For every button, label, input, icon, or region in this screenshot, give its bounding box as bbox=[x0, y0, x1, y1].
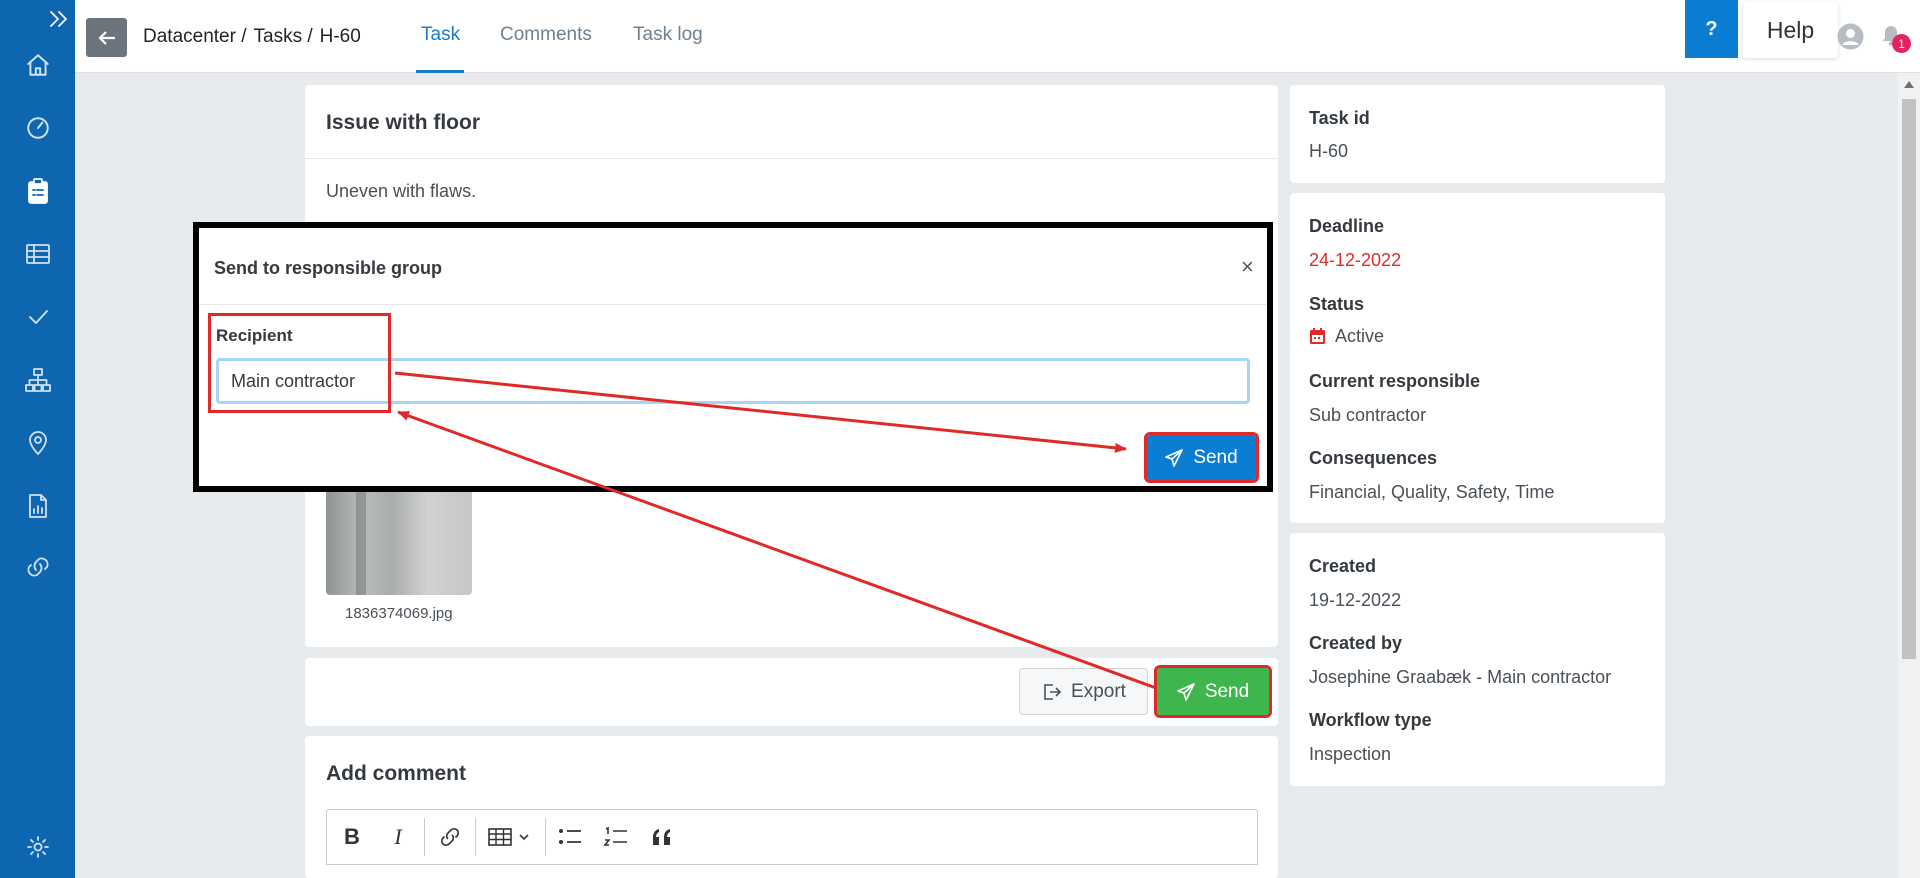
dialog-title: Send to responsible group bbox=[214, 258, 443, 278]
divider bbox=[199, 304, 1267, 305]
tab-task[interactable]: Task bbox=[421, 24, 460, 46]
toolbar-divider bbox=[545, 818, 546, 856]
toolbar-divider bbox=[424, 818, 425, 856]
back-button[interactable] bbox=[86, 18, 127, 57]
breadcrumb-current: H-60 bbox=[319, 26, 361, 47]
attachment-thumbnail[interactable] bbox=[326, 485, 472, 595]
sidebar bbox=[0, 0, 75, 878]
notification-badge: 1 bbox=[1892, 34, 1911, 53]
breadcrumb-datacenter[interactable]: Datacenter / bbox=[143, 26, 247, 48]
home-icon[interactable] bbox=[24, 51, 52, 79]
attachment-filename[interactable]: 1836374069.jpg bbox=[345, 605, 453, 622]
divider bbox=[305, 158, 1278, 159]
bold-button[interactable]: B bbox=[337, 822, 367, 852]
help-button[interactable]: Help bbox=[1743, 2, 1838, 58]
table-dropdown-icon bbox=[488, 828, 529, 846]
task-id-card: Task id H-60 bbox=[1290, 85, 1665, 183]
add-comment-title: Add comment bbox=[326, 762, 467, 785]
dialog-send-label: Send bbox=[1193, 446, 1238, 468]
consequences-label: Consequences bbox=[1309, 448, 1438, 468]
consequences-value: Financial, Quality, Safety, Time bbox=[1309, 482, 1555, 502]
numbered-list-icon bbox=[603, 826, 627, 846]
created-label: Created bbox=[1309, 556, 1377, 576]
expand-sidebar-icon[interactable] bbox=[48, 8, 70, 30]
link-icon bbox=[440, 827, 460, 847]
tasks-icon[interactable] bbox=[24, 177, 52, 205]
send-button[interactable]: Send bbox=[1154, 665, 1272, 718]
status-label: Status bbox=[1309, 294, 1365, 314]
task-title: Issue with floor bbox=[326, 111, 481, 134]
user-avatar-icon[interactable] bbox=[1837, 23, 1864, 50]
location-icon[interactable] bbox=[24, 429, 52, 457]
created-by-label: Created by bbox=[1309, 633, 1403, 653]
tab-comments[interactable]: Comments bbox=[500, 24, 592, 46]
status-value: Active bbox=[1335, 326, 1385, 346]
numbered-list-button[interactable] bbox=[601, 822, 631, 852]
add-comment-card: Add comment B I bbox=[305, 736, 1278, 878]
task-id-value: H-60 bbox=[1309, 141, 1349, 161]
task-actions-card: Export Send bbox=[305, 658, 1278, 726]
paper-plane-icon bbox=[1165, 448, 1184, 467]
top-bar: Datacenter / Tasks / H-60 Task Comments … bbox=[75, 0, 1920, 73]
created-value: 19-12-2022 bbox=[1309, 590, 1402, 610]
tab-task-log[interactable]: Task log bbox=[633, 24, 703, 46]
calendar-icon bbox=[1310, 328, 1325, 344]
deadline-label: Deadline bbox=[1309, 216, 1385, 236]
task-id-label: Task id bbox=[1309, 108, 1370, 128]
arrow-left-icon bbox=[97, 30, 115, 45]
check-icon[interactable] bbox=[24, 303, 52, 331]
recipient-highlight-box bbox=[208, 313, 391, 413]
paper-plane-icon bbox=[1177, 682, 1195, 701]
table-button[interactable] bbox=[485, 822, 537, 852]
link-icon[interactable] bbox=[24, 553, 52, 581]
current-responsible-value: Sub contractor bbox=[1309, 405, 1427, 425]
quote-icon bbox=[653, 829, 670, 845]
workflow-type-label: Workflow type bbox=[1309, 710, 1432, 730]
created-by-value: Josephine Graabæk - Main contractor bbox=[1309, 667, 1612, 687]
org-chart-icon[interactable] bbox=[24, 366, 52, 394]
report-icon[interactable] bbox=[24, 492, 52, 520]
export-label: Export bbox=[1071, 680, 1126, 702]
link-button[interactable] bbox=[435, 822, 465, 852]
bulleted-list-button[interactable] bbox=[555, 822, 585, 852]
send-label: Send bbox=[1204, 680, 1250, 702]
scrollbar-thumb[interactable] bbox=[1902, 99, 1916, 659]
editor-body[interactable] bbox=[326, 864, 1258, 865]
task-meta-card: Created 19-12-2022 Created by Josephine … bbox=[1290, 533, 1665, 786]
dashboard-icon[interactable] bbox=[24, 114, 52, 142]
scroll-up-arrow-icon[interactable] bbox=[1904, 81, 1914, 88]
quote-button[interactable] bbox=[647, 822, 677, 852]
help-question-button[interactable]: ? bbox=[1685, 0, 1738, 58]
current-responsible-label: Current responsible bbox=[1309, 371, 1481, 391]
editor-toolbar: B I bbox=[326, 809, 1258, 865]
deadline-value: 24-12-2022 bbox=[1309, 250, 1402, 270]
page-scrollbar[interactable] bbox=[1898, 73, 1920, 878]
export-button[interactable]: Export bbox=[1019, 668, 1148, 715]
bulleted-list-icon bbox=[559, 829, 581, 844]
table-icon[interactable] bbox=[24, 240, 52, 268]
workflow-type-value: Inspection bbox=[1309, 744, 1392, 764]
breadcrumb: Datacenter / Tasks / H-60 bbox=[143, 26, 361, 48]
dialog-send-button[interactable]: Send bbox=[1144, 432, 1259, 483]
task-status-card: Deadline 24-12-2022 Status Active Curren… bbox=[1290, 193, 1665, 523]
gear-icon[interactable] bbox=[24, 833, 52, 861]
export-icon bbox=[1044, 683, 1062, 700]
active-tab-indicator bbox=[416, 70, 464, 73]
close-icon[interactable]: × bbox=[1241, 254, 1254, 280]
breadcrumb-tasks[interactable]: Tasks / bbox=[254, 26, 313, 48]
toolbar-divider bbox=[475, 818, 476, 856]
task-description: Uneven with flaws. bbox=[326, 181, 477, 201]
italic-button[interactable]: I bbox=[383, 822, 413, 852]
